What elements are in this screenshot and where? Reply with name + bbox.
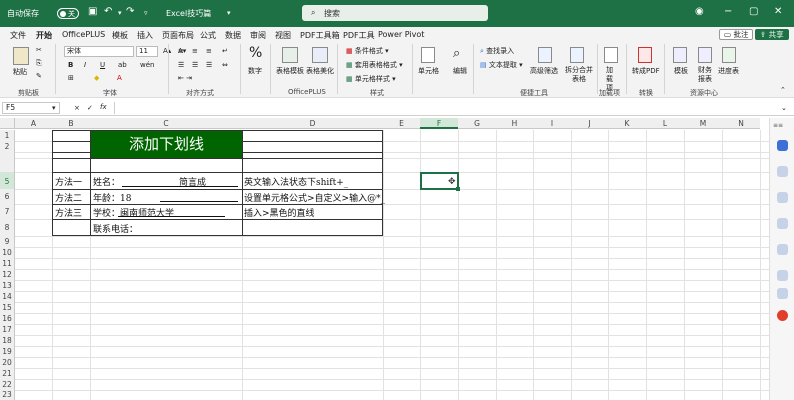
side-tool-1-icon[interactable] xyxy=(777,140,788,151)
cell-b7[interactable]: 方法三 xyxy=(55,206,82,219)
cell-b6[interactable]: 方法二 xyxy=(55,191,82,204)
side-pane-header-icon: ≡≡ xyxy=(773,122,784,129)
side-tool-7-icon[interactable] xyxy=(777,288,788,299)
side-tool-8-icon[interactable] xyxy=(777,310,788,321)
c6-underline xyxy=(160,201,238,202)
cell-c7-label[interactable]: 学校： xyxy=(93,206,120,219)
cell-c6[interactable]: 年龄：18 xyxy=(93,191,131,204)
c7-line xyxy=(118,216,225,217)
side-pane: ≡≡ xyxy=(769,118,794,400)
cell-c5-label[interactable]: 姓名： xyxy=(93,175,120,188)
cell-d7[interactable]: 插入>黑色的直线 xyxy=(244,206,315,219)
side-tool-3-icon[interactable] xyxy=(777,192,788,203)
sheet-title-cell[interactable]: 添加下划线 xyxy=(91,131,242,158)
cell-c5-name[interactable]: 简言成 xyxy=(179,175,206,188)
cell-c7-school[interactable]: 闽南师范大学 xyxy=(120,206,174,219)
side-tool-4-icon[interactable] xyxy=(777,218,788,229)
cell-d6[interactable]: 设置单元格公式>自定义>输入@*_ xyxy=(244,191,385,204)
cell-c8[interactable]: 联系电话： xyxy=(93,222,138,235)
cell-d5[interactable]: 英文输入法状态下shift+_ xyxy=(244,175,348,188)
side-tool-5-icon[interactable] xyxy=(777,244,788,255)
cursor-icon: ✥ xyxy=(448,177,456,187)
fill-handle[interactable] xyxy=(456,187,460,191)
side-tool-6-icon[interactable] xyxy=(777,270,788,281)
side-tool-2-icon[interactable] xyxy=(777,166,788,177)
cell-b5[interactable]: 方法一 xyxy=(55,175,82,188)
